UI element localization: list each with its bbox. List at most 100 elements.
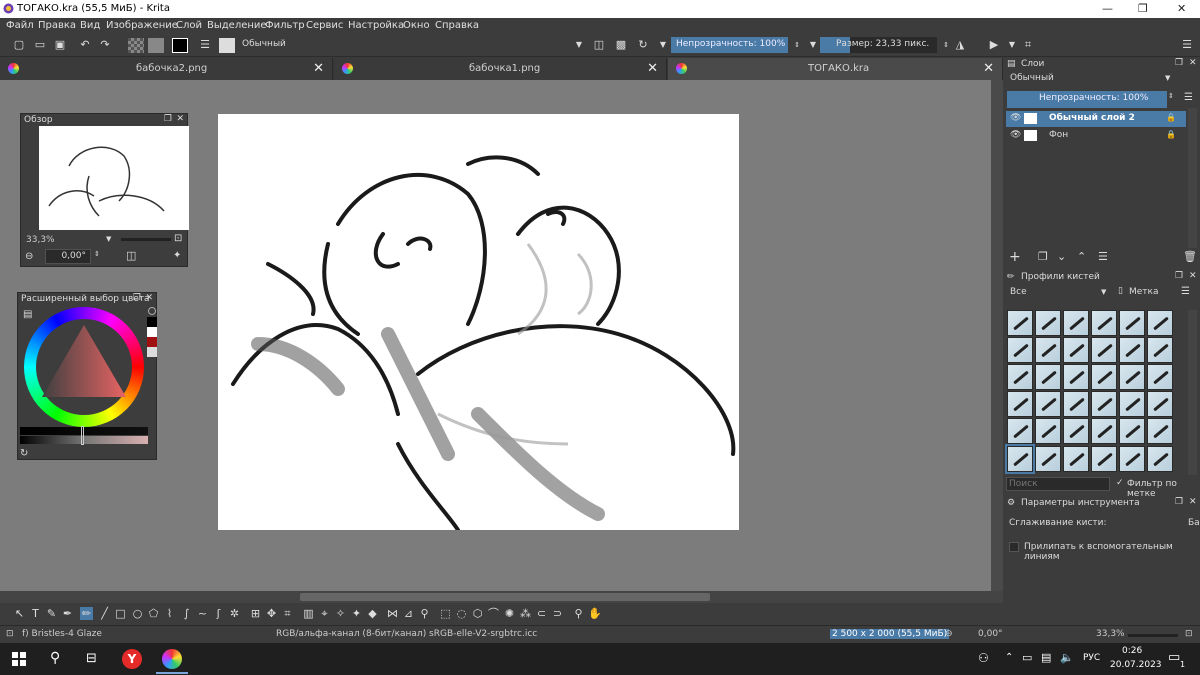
battery-icon[interactable]: ▭: [1022, 651, 1032, 664]
tab-babochka2[interactable]: бабочка2.png ✕: [0, 58, 333, 80]
magnetic-select-icon[interactable]: ⊃: [551, 607, 564, 620]
float-docker-icon[interactable]: ❐: [1175, 271, 1183, 281]
fit-view-icon[interactable]: ⊡: [174, 233, 182, 244]
brush-preset[interactable]: [1147, 337, 1173, 363]
brush-preset[interactable]: [1035, 418, 1061, 444]
notification-icon[interactable]: ▭: [1168, 650, 1180, 665]
close-docker-icon[interactable]: ✕: [1189, 58, 1197, 68]
recent-color-red[interactable]: [147, 337, 157, 347]
tag-select[interactable]: Метка: [1129, 287, 1159, 297]
value-slider[interactable]: [20, 427, 148, 435]
people-icon[interactable]: ⚇: [978, 651, 989, 665]
brush-preset[interactable]: [1063, 364, 1089, 390]
polygon-tool-icon[interactable]: ⬠: [147, 607, 160, 620]
bezier-tool-icon[interactable]: ∫: [180, 607, 193, 620]
menu-image[interactable]: Изображение: [106, 20, 178, 31]
reference-tool-icon[interactable]: ⚲: [418, 607, 431, 620]
bezier-select-icon[interactable]: ⊂: [535, 607, 548, 620]
brush-search-input[interactable]: [1006, 477, 1110, 491]
brush-preset[interactable]: [1119, 364, 1145, 390]
brush-preset[interactable]: [1035, 364, 1061, 390]
brush-preset[interactable]: [1119, 310, 1145, 336]
rotate-reset-icon[interactable]: ⊖: [25, 251, 33, 262]
wrap-around-icon[interactable]: ⌗: [1021, 38, 1035, 52]
status-zoom[interactable]: 33,3%: [1096, 629, 1125, 639]
rotation-field[interactable]: 0,00°: [45, 249, 91, 264]
freehand-path-icon[interactable]: ~: [196, 607, 209, 620]
overview-zoom[interactable]: 33,3%: [26, 235, 55, 245]
brush-preset[interactable]: [1147, 310, 1173, 336]
brush-preset[interactable]: [1119, 391, 1145, 417]
reload-preset-icon[interactable]: ↻: [636, 38, 650, 52]
language-indicator[interactable]: РУС: [1083, 653, 1100, 663]
brush-preset[interactable]: [1063, 310, 1089, 336]
ellipse-tool-icon[interactable]: ○: [131, 607, 144, 620]
hue-ring[interactable]: [24, 307, 144, 427]
chevron-up-icon[interactable]: ⌃: [1005, 652, 1013, 663]
mirror-view-icon[interactable]: ◫: [126, 249, 136, 262]
brush-preset[interactable]: [1091, 337, 1117, 363]
blend-mode-select[interactable]: Обычный: [238, 38, 582, 53]
clock-date[interactable]: 20.07.2023: [1110, 660, 1162, 670]
eraser-icon[interactable]: ◫: [592, 38, 606, 52]
close-window-button[interactable]: ✕: [1177, 2, 1186, 15]
recent-color-black[interactable]: [147, 317, 157, 327]
spin-icon[interactable]: ⇕: [1168, 92, 1174, 100]
lock-icon[interactable]: 🔒: [1166, 113, 1176, 122]
brush-preset-icon[interactable]: [219, 38, 235, 53]
task-view-icon[interactable]: ⊟: [86, 651, 97, 666]
redo-icon[interactable]: ↷: [98, 38, 112, 52]
refresh-icon[interactable]: ↻: [20, 448, 28, 459]
brush-menu-icon[interactable]: ☰: [1181, 286, 1190, 297]
layer-blend-mode[interactable]: Обычный: [1006, 72, 1176, 86]
fit-icon[interactable]: ⊡: [1185, 629, 1193, 639]
polygon-select-icon[interactable]: ⬡: [471, 607, 484, 620]
network-icon[interactable]: ▤: [1041, 651, 1051, 664]
crop-tool-icon[interactable]: ⌗: [281, 607, 294, 620]
pattern-swatch[interactable]: [128, 38, 144, 53]
krita-taskbar-icon[interactable]: [162, 649, 182, 669]
menu-settings[interactable]: Настройка: [348, 20, 404, 31]
color-picker-icon[interactable]: ⌖: [318, 607, 331, 620]
zoom-tool-icon[interactable]: ⚲: [572, 607, 585, 620]
smart-patch-icon[interactable]: ✧: [334, 607, 347, 620]
opacity-slider[interactable]: Непрозрачность: 100%: [671, 37, 788, 53]
rect-select-icon[interactable]: ⬚: [439, 607, 452, 620]
horizontal-scrollbar[interactable]: [0, 591, 1003, 603]
search-icon[interactable]: ⚲: [50, 650, 60, 666]
float-docker-icon[interactable]: ❐: [164, 114, 172, 124]
brush-preset[interactable]: [1119, 446, 1145, 472]
close-tab-icon[interactable]: ✕: [647, 61, 658, 76]
close-docker-icon[interactable]: ✕: [1189, 271, 1197, 281]
brush-preset-selected[interactable]: [1005, 444, 1035, 474]
menu-view[interactable]: Вид: [80, 20, 100, 31]
preserve-alpha-icon[interactable]: ▩: [614, 38, 628, 52]
foreground-color-swatch[interactable]: [172, 38, 188, 53]
move-down-icon[interactable]: ⌄: [1057, 250, 1066, 263]
menu-window[interactable]: Окно: [403, 20, 430, 31]
close-docker-icon[interactable]: ✕: [1189, 497, 1197, 507]
multibrush-icon[interactable]: ✲: [228, 607, 241, 620]
close-docker-icon[interactable]: ✕: [176, 114, 184, 124]
visibility-eye-icon[interactable]: 👁: [1010, 130, 1021, 140]
dynamic-brush-icon[interactable]: ʃ: [212, 607, 225, 620]
maximize-button[interactable]: ❐: [1138, 2, 1148, 15]
current-brush[interactable]: f) Bristles-4 Glaze: [22, 629, 102, 639]
hamburger-menu-icon[interactable]: ☰: [1180, 38, 1194, 52]
color-settings-icon[interactable]: ▤: [23, 309, 32, 320]
saturation-triangle[interactable]: [38, 321, 130, 413]
menu-tools[interactable]: Сервис: [306, 20, 343, 31]
pin-icon[interactable]: ✦: [173, 250, 181, 261]
layer-properties-icon[interactable]: ☰: [1098, 250, 1108, 263]
mirror-horizontal-icon[interactable]: ◮: [953, 38, 967, 52]
brush-preset[interactable]: [1035, 446, 1061, 472]
similar-select-icon[interactable]: ⁂: [519, 607, 532, 620]
brush-preset[interactable]: [1035, 391, 1061, 417]
recent-color-light[interactable]: [147, 347, 157, 357]
brush-preset[interactable]: [1063, 418, 1089, 444]
edit-shape-icon[interactable]: ✎: [45, 607, 58, 620]
yandex-browser-icon[interactable]: Y: [122, 649, 142, 669]
snap-checkbox[interactable]: [1009, 542, 1019, 552]
brush-preset[interactable]: [1063, 337, 1089, 363]
open-document-icon[interactable]: ▭: [33, 38, 47, 52]
